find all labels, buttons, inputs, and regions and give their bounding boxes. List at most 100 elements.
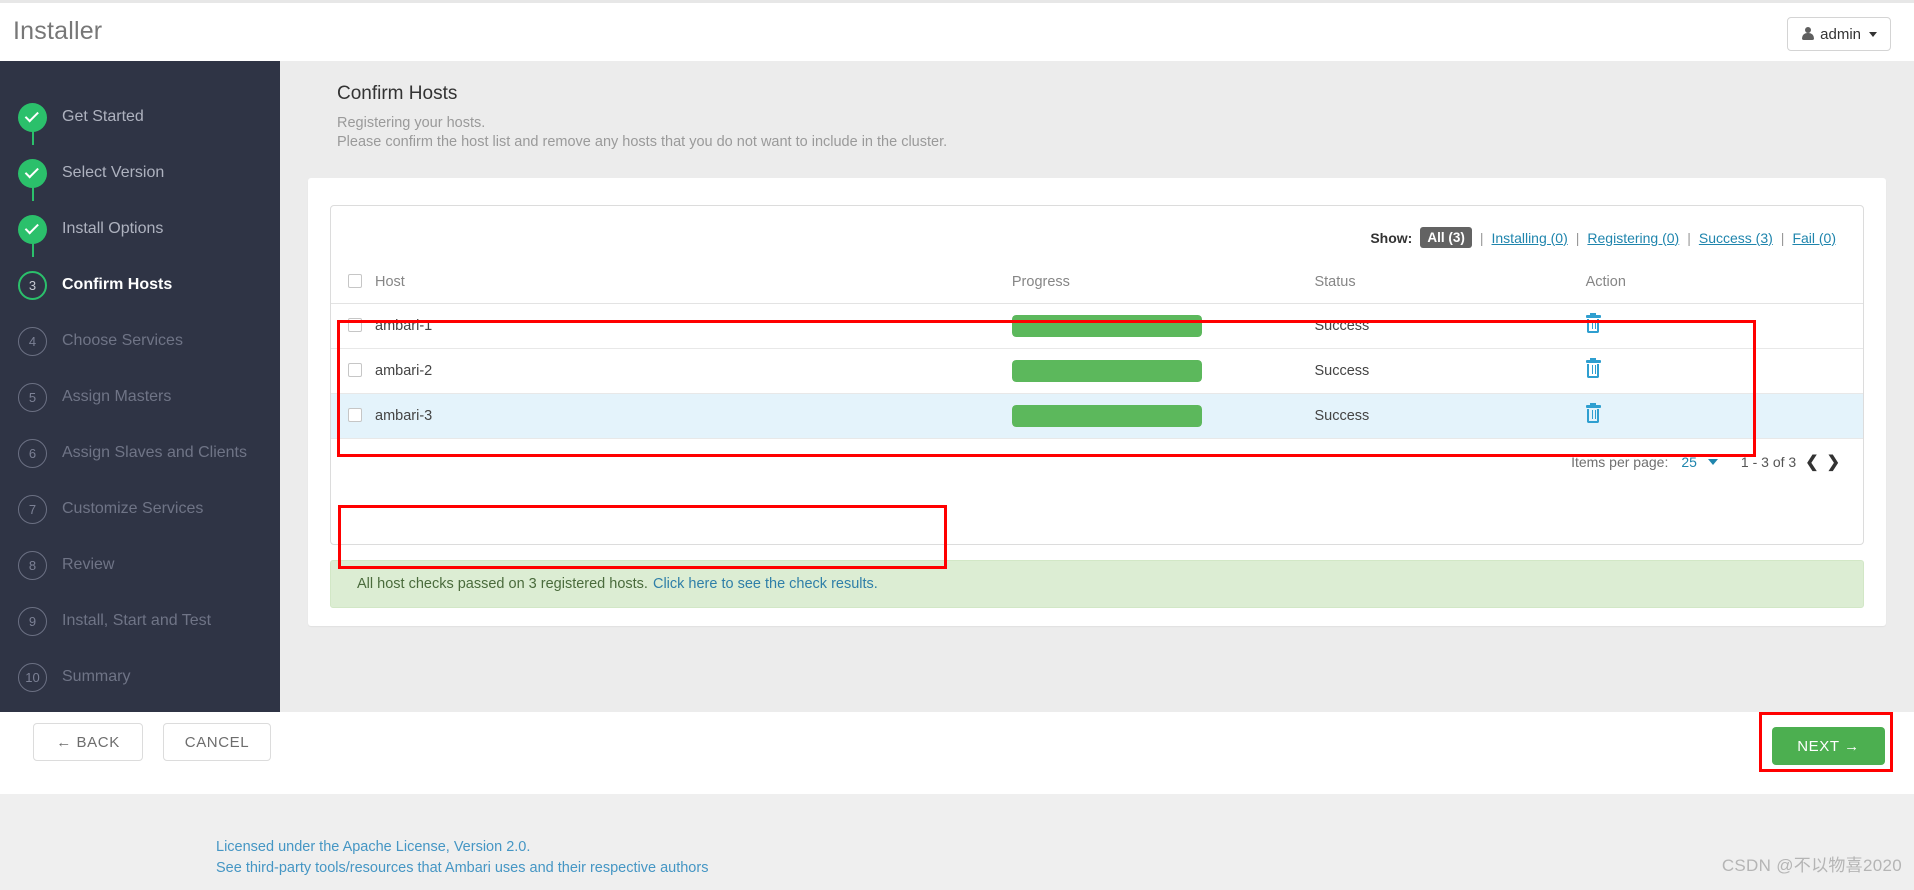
page-title: Confirm Hosts: [337, 83, 458, 104]
sidebar-step-label: Install, Start and Test: [62, 612, 212, 629]
progress-bar-track: [1011, 315, 1202, 337]
sidebar-step-assign-slaves-and-clients[interactable]: 6 Assign Slaves and Clients: [0, 425, 280, 481]
trash-lid: [1585, 313, 1601, 318]
host-checks-alert: All host checks passed on 3 registered h…: [330, 560, 1864, 608]
sidebar-step-install-options[interactable]: Install Options: [0, 173, 280, 257]
apache-license-link[interactable]: Licensed under the Apache License, Versi…: [216, 837, 1914, 858]
app-title: Installer: [13, 17, 103, 45]
filter-success[interactable]: Success (3): [1699, 230, 1773, 246]
sidebar-step-label: Customize Services: [62, 500, 204, 517]
row-checkbox[interactable]: [348, 408, 362, 422]
step-number-badge: 10: [18, 662, 47, 692]
pagination-range: 1 - 3 of 3: [1740, 454, 1797, 470]
third-party-tools-link[interactable]: See third-party tools/resources that Amb…: [216, 858, 1914, 879]
trash-body: [1587, 319, 1600, 333]
cancel-button[interactable]: CANCEL: [163, 723, 271, 761]
cell-status: Success: [1314, 393, 1586, 439]
check-glyph: [24, 219, 39, 234]
col-header-progress: Progress: [1011, 269, 1315, 304]
page-subtitle-line2: Please confirm the host list and remove …: [337, 134, 948, 150]
sidebar-step-summary[interactable]: 10 Summary: [0, 649, 280, 705]
sidebar-step-choose-services[interactable]: 4 Choose Services: [0, 313, 280, 369]
filter-separator: |: [1575, 229, 1580, 246]
table-row[interactable]: ambari-1 Success: [331, 303, 1863, 349]
progress-bar-fill: [1011, 315, 1202, 337]
sidebar-step-label: Assign Masters: [62, 388, 172, 405]
filter-separator: |: [1780, 229, 1785, 246]
trash-body: [1587, 409, 1600, 423]
host-name: ambari-3: [375, 408, 433, 424]
check-glyph: [24, 163, 39, 178]
csdn-watermark: CSDN @不以物喜2020: [1721, 856, 1902, 875]
cell-progress: [1011, 303, 1315, 349]
cell-host: ambari-1: [331, 303, 1012, 349]
step-number-badge: 7: [18, 494, 47, 524]
sidebar-step-label: Get Started: [62, 108, 144, 125]
trash-icon[interactable]: [1585, 403, 1601, 423]
sidebar-step-label: Install Options: [62, 220, 164, 237]
table-header-row: Host Progress Status Action: [331, 269, 1863, 304]
sidebar-step-review[interactable]: 8 Review: [0, 537, 280, 593]
pagination: Items per page: 25 1 - 3 of 3 ❮ ❯: [331, 439, 1863, 472]
cell-action: [1585, 348, 1863, 394]
sidebar-step-install-start-and-test[interactable]: 9 Install, Start and Test: [0, 593, 280, 649]
page-subtitle-line1: Registering your hosts.: [337, 115, 486, 131]
step-number-badge: 8: [18, 550, 47, 580]
sidebar-step-label: Review: [62, 556, 115, 573]
cell-host: ambari-2: [331, 348, 1012, 394]
step-number-badge: 4: [18, 326, 47, 356]
col-header-action: Action: [1585, 269, 1863, 304]
row-checkbox[interactable]: [348, 363, 362, 377]
cell-status: Success: [1314, 348, 1586, 394]
sidebar-step-customize-services[interactable]: 7 Customize Services: [0, 481, 280, 537]
step-number-badge: 5: [18, 382, 47, 412]
wizard-button-bar: [0, 712, 1914, 794]
installer-app: Installer admin Get Started Select Versio…: [0, 0, 1914, 890]
chevron-down-icon[interactable]: [1707, 459, 1718, 465]
next-button[interactable]: NEXT →: [1772, 727, 1885, 765]
hosts-table: Host Progress Status Action ambari-1 Succ…: [331, 269, 1863, 439]
progress-bar-fill: [1011, 360, 1202, 382]
items-per-page-value[interactable]: 25: [1681, 454, 1697, 470]
person-icon: [1801, 27, 1814, 41]
check-icon: [18, 102, 47, 132]
admin-menu-button[interactable]: admin: [1787, 17, 1891, 51]
hosts-panel: Show: All (3) | Installing (0) | Registe…: [308, 178, 1886, 626]
filter-separator: |: [1687, 229, 1691, 246]
sidebar-step-get-started[interactable]: Get Started: [0, 89, 280, 145]
filter-installing[interactable]: Installing (0): [1492, 230, 1568, 246]
chevron-right-icon[interactable]: ❯: [1827, 452, 1840, 472]
filter-all[interactable]: All (3): [1420, 227, 1472, 248]
sidebar-step-label: Choose Services: [62, 332, 183, 349]
select-all-checkbox[interactable]: [348, 274, 362, 288]
trash-lid: [1585, 358, 1601, 363]
cell-host: ambari-3: [331, 393, 1012, 439]
alert-text: All host checks passed on 3 registered h…: [357, 576, 648, 592]
table-row[interactable]: ambari-3 Success: [331, 393, 1863, 439]
status-filter-bar: Show: All (3) | Installing (0) | Registe…: [331, 206, 1863, 269]
cell-progress: [1011, 393, 1315, 439]
page-footer: Licensed under the Apache License, Versi…: [0, 794, 1914, 890]
trash-body: [1587, 364, 1600, 378]
filter-registering[interactable]: Registering (0): [1587, 230, 1679, 246]
sidebar-step-assign-masters[interactable]: 5 Assign Masters: [0, 369, 280, 425]
check-results-link[interactable]: Click here to see the check results.: [653, 576, 878, 592]
sidebar-step-select-version[interactable]: Select Version: [0, 117, 280, 201]
filter-separator: |: [1479, 229, 1484, 246]
sidebar-step-label: Select Version: [62, 164, 165, 181]
sidebar-step-label: Confirm Hosts: [62, 276, 173, 293]
trash-icon[interactable]: [1585, 313, 1601, 333]
back-button[interactable]: ← BACK: [33, 723, 143, 761]
trash-icon[interactable]: [1585, 358, 1601, 378]
chevron-left-icon[interactable]: ❮: [1805, 452, 1818, 472]
filter-fail[interactable]: Fail (0): [1792, 230, 1836, 246]
progress-bar-track: [1011, 360, 1202, 382]
items-per-page-label: Items per page:: [1571, 454, 1669, 470]
col-header-host-label: Host: [375, 274, 405, 290]
top-bar: Installer admin: [0, 0, 1914, 61]
sidebar-step-confirm-hosts[interactable]: 3 Confirm Hosts: [0, 229, 280, 313]
row-checkbox[interactable]: [348, 318, 362, 332]
table-row[interactable]: ambari-2 Success: [331, 348, 1863, 394]
progress-bar-fill: [1011, 405, 1202, 427]
step-number-badge: 9: [18, 606, 47, 636]
